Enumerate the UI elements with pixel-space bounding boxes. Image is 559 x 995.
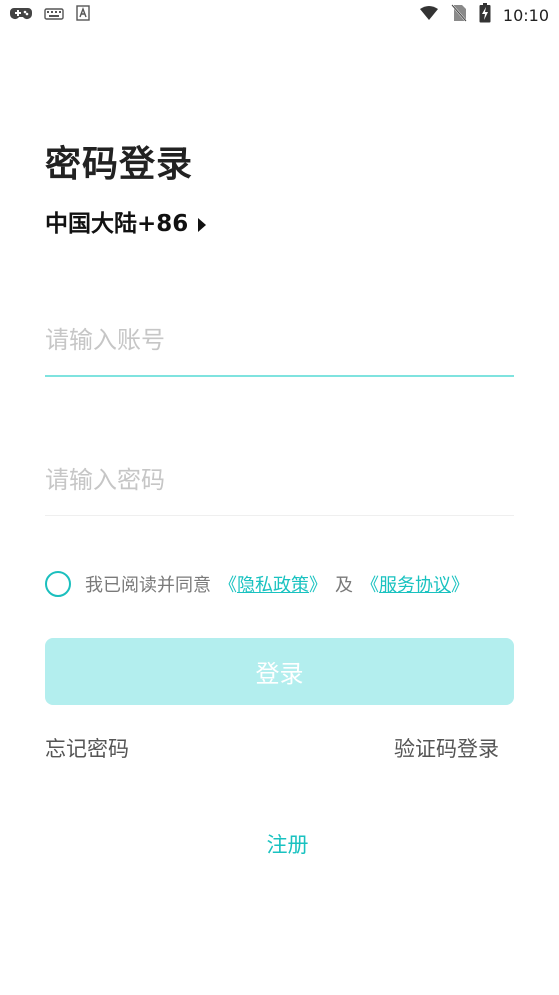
terms-of-service-label: 服务协议 — [379, 575, 451, 596]
privacy-policy-label: 隐私政策 — [237, 575, 309, 596]
page-title: 密码登录 — [45, 144, 194, 185]
region-label: 中国大陆+86 — [45, 211, 189, 237]
agreement-radio[interactable] — [45, 571, 71, 597]
privacy-open-bracket: 《 — [219, 575, 237, 596]
privacy-close-bracket: 》 — [309, 575, 327, 596]
account-field — [45, 310, 514, 377]
text-a-icon — [76, 5, 90, 25]
agreement-text: 我已阅读并同意 — [85, 575, 211, 596]
battery-charging-icon — [479, 3, 491, 27]
password-field — [45, 450, 514, 516]
no-sim-icon — [451, 4, 467, 26]
privacy-policy-link[interactable]: 《隐私政策》 — [219, 571, 327, 597]
password-input[interactable] — [45, 450, 514, 510]
keyboard-icon — [44, 6, 64, 25]
login-button[interactable]: 登录 — [45, 638, 514, 705]
account-input[interactable] — [45, 310, 514, 370]
terms-open-bracket: 《 — [361, 575, 379, 596]
status-right: 10:10 — [419, 3, 549, 27]
forgot-password-link[interactable]: 忘记密码 — [45, 733, 129, 763]
terms-of-service-link[interactable]: 《服务协议》 — [361, 571, 469, 597]
region-selector[interactable]: 中国大陆+86 — [45, 208, 207, 240]
gamepad-icon — [10, 5, 32, 25]
register-link[interactable]: 注册 — [8, 829, 559, 859]
status-bar: 10:10 — [0, 0, 559, 30]
status-left — [10, 5, 90, 25]
status-time: 10:10 — [502, 5, 549, 25]
and-text: 及 — [335, 575, 353, 596]
terms-close-bracket: 》 — [451, 575, 469, 596]
wifi-icon — [419, 5, 439, 25]
agreement-row: 我已阅读并同意 《隐私政策》 及 《服务协议》 — [45, 568, 469, 600]
sms-code-login-link[interactable]: 验证码登录 — [394, 733, 499, 763]
caret-right-icon — [198, 218, 207, 232]
